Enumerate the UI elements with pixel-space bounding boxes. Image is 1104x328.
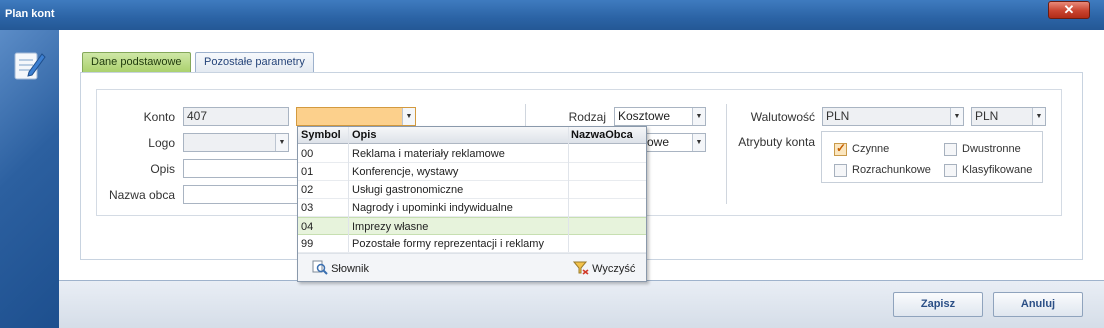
rodzaj2-value: owe xyxy=(647,135,670,149)
column-divider xyxy=(348,127,349,252)
tab-pozostale-parametry[interactable]: Pozostałe parametry xyxy=(195,52,314,73)
list-item[interactable]: 00 Reklama i materiały reklamowe xyxy=(298,145,646,163)
waluta2-value: PLN xyxy=(975,109,999,123)
row-symbol: 01 xyxy=(301,166,314,178)
konto-field[interactable]: 407 xyxy=(183,107,289,126)
row-symbol: 00 xyxy=(301,148,314,160)
dwustronne-label: Dwustronne xyxy=(962,143,1021,155)
list-item-highlighted[interactable]: 04 Imprezy własne xyxy=(298,217,646,235)
list-item[interactable]: 03 Nagrody i upominki indywidualne xyxy=(298,199,646,217)
chevron-down-icon[interactable]: ▼ xyxy=(275,134,288,151)
opis-label: Opis xyxy=(150,162,175,176)
close-button[interactable]: ✕ xyxy=(1048,1,1090,19)
czynne-checkbox[interactable] xyxy=(834,141,847,156)
row-symbol: 03 xyxy=(301,202,314,214)
chevron-down-icon[interactable]: ▼ xyxy=(950,108,963,125)
rodzaj-combo[interactable]: Kosztowe ▼ xyxy=(614,107,706,126)
column-divider xyxy=(568,127,569,252)
waluta2-combo[interactable]: PLN ▼ xyxy=(971,107,1046,126)
rodzaj-value: Kosztowe xyxy=(618,109,671,123)
save-button[interactable]: Zapisz xyxy=(893,292,983,317)
row-opis: Nagrody i upominki indywidualne xyxy=(352,202,513,214)
list-item[interactable]: 02 Usługi gastronomiczne xyxy=(298,181,646,199)
chevron-down-icon[interactable]: ▼ xyxy=(402,108,415,125)
column-header-nazwaobca[interactable]: NazwaObca xyxy=(571,129,633,141)
row-opis: Usługi gastronomiczne xyxy=(352,184,464,196)
list-item[interactable]: 01 Konferencje, wystawy xyxy=(298,163,646,181)
row-symbol: 02 xyxy=(301,184,314,196)
title-bar: Plan kont ✕ xyxy=(0,0,1104,30)
column-header-symbol[interactable]: Symbol xyxy=(301,129,341,141)
atrybuty-label: Atrybuty konta xyxy=(738,135,815,149)
left-panel xyxy=(0,30,59,328)
dropdown-header: Symbol Opis NazwaObca xyxy=(298,127,646,144)
slownik-label: Słownik xyxy=(331,263,369,275)
logo-label: Logo xyxy=(148,136,175,150)
wyczysc-button[interactable]: Wyczyść xyxy=(572,260,636,275)
slownik-button[interactable]: Słownik xyxy=(312,260,369,275)
row-opis: Konferencje, wystawy xyxy=(352,166,459,178)
konto-label: Konto xyxy=(143,110,175,124)
logo-combo[interactable]: ▼ xyxy=(183,133,289,152)
rodzaj-label: Rodzaj xyxy=(568,110,606,124)
close-icon: ✕ xyxy=(1063,2,1075,17)
row-opis: Pozostałe formy reprezentacji i reklamy xyxy=(352,238,544,250)
cancel-button[interactable]: Anuluj xyxy=(993,292,1083,317)
klasyfikowane-label: Klasyfikowane xyxy=(962,164,1033,176)
rozrachunkowe-label: Rozrachunkowe xyxy=(852,164,931,176)
walutowosc-label: Walutowość xyxy=(750,110,815,124)
row-symbol: 99 xyxy=(301,238,314,250)
dictionary-search-icon xyxy=(312,260,328,275)
separator xyxy=(726,104,727,204)
czynne-label: Czynne xyxy=(852,143,890,155)
dwustronne-checkbox[interactable] xyxy=(944,143,957,156)
tab-dane-podstawowe[interactable]: Dane podstawowe xyxy=(82,52,191,73)
row-symbol: 04 xyxy=(301,221,314,233)
row-opis: Imprezy własne xyxy=(352,221,429,233)
chevron-down-icon[interactable]: ▼ xyxy=(1032,108,1045,125)
column-header-opis[interactable]: Opis xyxy=(352,129,376,141)
list-item[interactable]: 99 Pozostałe formy reprezentacji i rekla… xyxy=(298,235,646,253)
window-title: Plan kont xyxy=(5,8,55,20)
opis-field[interactable] xyxy=(183,159,303,178)
chevron-down-icon[interactable]: ▼ xyxy=(692,134,705,151)
row-opis: Reklama i materiały reklamowe xyxy=(352,148,505,160)
nazwa-obca-label: Nazwa obca xyxy=(108,188,175,202)
nazwa-obca-field[interactable] xyxy=(183,185,303,204)
clear-filter-icon xyxy=(572,261,589,275)
rozrachunkowe-checkbox[interactable] xyxy=(834,164,847,177)
dropdown-footer: Słownik Wyczyść xyxy=(298,253,646,281)
konto-subaccount-combo[interactable]: ▼ xyxy=(296,107,416,126)
chevron-down-icon[interactable]: ▼ xyxy=(692,108,705,125)
konto-dropdown: Symbol Opis NazwaObca 00 Reklama i mater… xyxy=(297,126,647,282)
waluta1-combo[interactable]: PLN ▼ xyxy=(822,107,964,126)
waluta1-value: PLN xyxy=(826,109,850,123)
notepad-pencil-icon xyxy=(14,52,46,80)
klasyfikowane-checkbox[interactable] xyxy=(944,164,957,177)
wyczysc-label: Wyczyść xyxy=(592,263,636,275)
